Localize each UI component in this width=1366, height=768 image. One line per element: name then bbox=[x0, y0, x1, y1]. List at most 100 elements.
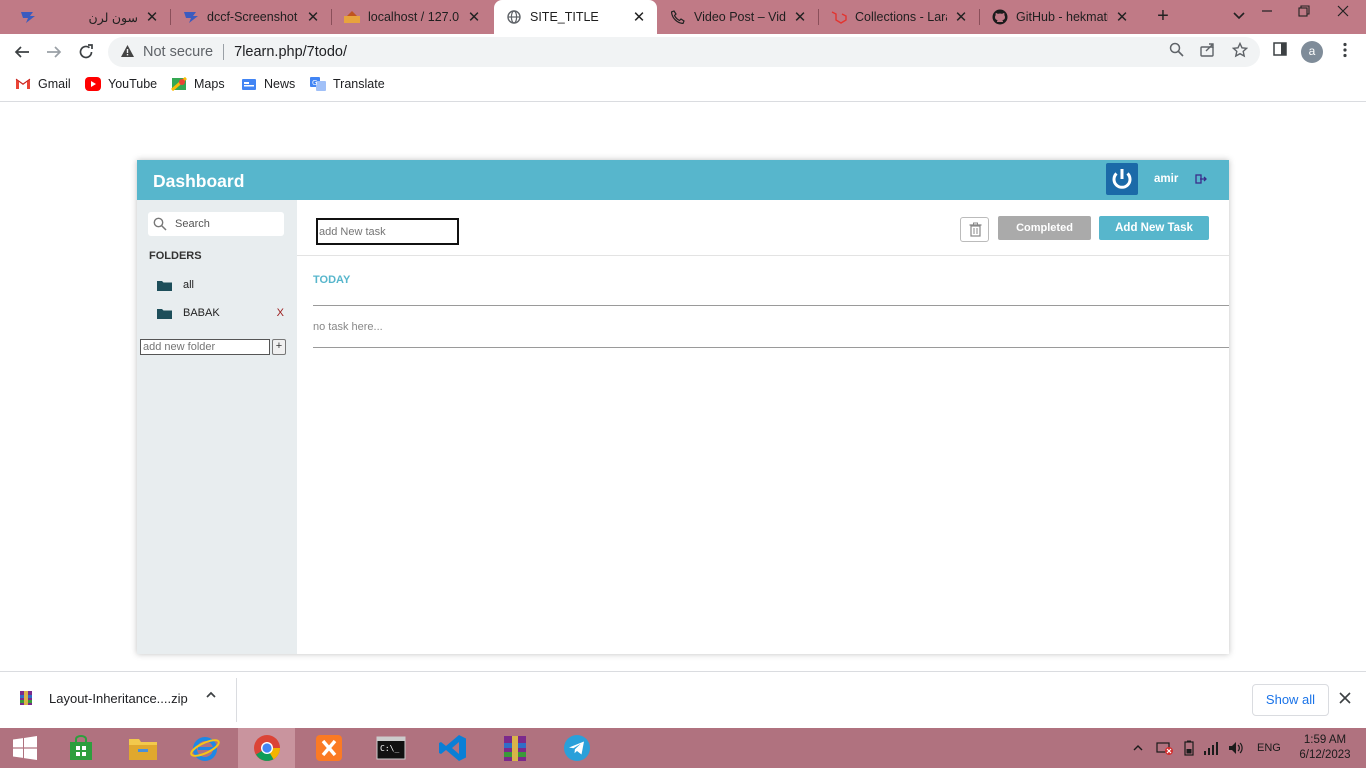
folder-item-all[interactable]: all bbox=[157, 277, 287, 293]
translate-icon: G bbox=[310, 77, 326, 91]
signal-strength-icon[interactable] bbox=[1203, 728, 1219, 768]
add-new-task-button[interactable]: Add New Task bbox=[1099, 216, 1209, 240]
tab-close-icon[interactable]: ✕ bbox=[1114, 8, 1130, 26]
page-title: Dashboard bbox=[153, 171, 245, 191]
bookmark-label: Gmail bbox=[38, 77, 71, 91]
chevron-up-icon[interactable] bbox=[205, 689, 217, 704]
gmail-icon bbox=[15, 77, 31, 91]
tab-close-icon[interactable]: ✕ bbox=[792, 8, 808, 26]
url-text[interactable]: 7learn.php/7todo/ bbox=[234, 44, 347, 60]
tab-close-icon[interactable]: ✕ bbox=[631, 8, 647, 26]
news-icon bbox=[241, 77, 257, 91]
browser-tab-strip: سون لرن ✕ dccf-Screenshot (1 ✕ localhost… bbox=[0, 0, 1366, 34]
completed-button[interactable]: Completed bbox=[998, 216, 1091, 240]
tab-close-icon[interactable]: ✕ bbox=[953, 8, 969, 26]
vscode-icon[interactable] bbox=[424, 728, 481, 768]
tab-laravel-collections[interactable]: Collections - Larav ✕ bbox=[819, 0, 980, 34]
minimize-icon[interactable] bbox=[1248, 0, 1286, 34]
svg-text:G: G bbox=[312, 79, 317, 87]
telegram-icon[interactable] bbox=[548, 728, 605, 768]
windows-start-icon[interactable] bbox=[0, 728, 50, 768]
tab-close-icon[interactable]: ✕ bbox=[144, 8, 160, 26]
close-icon[interactable] bbox=[1339, 689, 1351, 709]
tab-title: SITE_TITLE bbox=[530, 10, 599, 24]
tab-title: Video Post – Video bbox=[694, 10, 786, 24]
sidebar: Search FOLDERS all BABAK X + bbox=[137, 200, 297, 654]
empty-task-message: no task here... bbox=[313, 321, 383, 333]
logout-icon[interactable] bbox=[1195, 173, 1207, 185]
folder-item-babak[interactable]: BABAK X bbox=[157, 305, 284, 321]
youtube-icon bbox=[85, 77, 101, 91]
language-indicator[interactable]: ENG bbox=[1257, 728, 1281, 768]
network-error-icon[interactable] bbox=[1156, 728, 1174, 768]
tab-title: سون لرن bbox=[88, 10, 138, 25]
tab-site-title[interactable]: SITE_TITLE ✕ bbox=[494, 0, 657, 34]
tab-close-icon[interactable]: ✕ bbox=[305, 8, 321, 26]
close-window-icon[interactable] bbox=[1324, 0, 1362, 34]
username-label[interactable]: amir bbox=[1154, 173, 1178, 185]
new-task-input[interactable] bbox=[316, 218, 459, 245]
internet-explorer-icon[interactable] bbox=[176, 728, 233, 768]
store-app-icon[interactable] bbox=[52, 728, 109, 768]
delete-folder-button[interactable]: X bbox=[277, 307, 284, 319]
today-heading: TODAY bbox=[313, 274, 351, 286]
power-icon[interactable] bbox=[1106, 163, 1138, 195]
xampp-icon[interactable] bbox=[300, 728, 357, 768]
folder-name: BABAK bbox=[183, 307, 220, 319]
bookmark-maps[interactable]: Maps bbox=[171, 76, 225, 92]
tray-chevron-up-icon[interactable] bbox=[1133, 728, 1143, 768]
bookmark-translate[interactable]: G Translate bbox=[310, 77, 385, 91]
winrar-icon[interactable] bbox=[486, 728, 543, 768]
chrome-icon[interactable] bbox=[238, 728, 295, 768]
restore-icon[interactable] bbox=[1285, 0, 1323, 34]
search-icon bbox=[153, 217, 167, 231]
volume-icon[interactable] bbox=[1228, 728, 1244, 768]
bookmark-star-icon[interactable] bbox=[1231, 41, 1249, 60]
tab-title: dccf-Screenshot (1 bbox=[207, 10, 299, 24]
zoom-magnifier-icon[interactable] bbox=[1167, 42, 1185, 60]
warning-triangle-icon[interactable] bbox=[120, 44, 135, 61]
file-explorer-icon[interactable] bbox=[114, 728, 171, 768]
tab-screenshot[interactable]: dccf-Screenshot (1 ✕ bbox=[171, 0, 332, 34]
tab-sevenlearn[interactable]: سون لرن ✕ bbox=[8, 0, 171, 34]
todo-app-panel: Dashboard amir Search FOLDERS all BABAK … bbox=[137, 160, 1229, 654]
folder-name: all bbox=[183, 279, 195, 291]
side-panel-icon[interactable] bbox=[1271, 42, 1289, 60]
bookmarks-bar: Gmail YouTube Maps News G Translate bbox=[0, 70, 1366, 102]
app-header: Dashboard amir bbox=[137, 160, 1229, 200]
phpmyadmin-favicon-icon bbox=[344, 9, 360, 25]
security-status-label[interactable]: Not secure bbox=[143, 44, 213, 60]
show-all-button[interactable]: Show all bbox=[1252, 684, 1329, 716]
search-input[interactable]: Search bbox=[148, 212, 284, 236]
new-tab-button[interactable]: + bbox=[1152, 5, 1174, 27]
tab-close-icon[interactable]: ✕ bbox=[466, 8, 482, 26]
bookmark-label: YouTube bbox=[108, 77, 158, 91]
command-prompt-icon[interactable]: C:\_ bbox=[362, 728, 419, 768]
back-arrow-icon[interactable] bbox=[10, 40, 34, 64]
bookmark-gmail[interactable]: Gmail bbox=[15, 77, 71, 91]
battery-icon[interactable] bbox=[1184, 728, 1194, 768]
maps-pin-icon bbox=[171, 76, 187, 92]
profile-avatar[interactable]: a bbox=[1301, 41, 1323, 63]
forward-arrow-icon[interactable] bbox=[42, 40, 66, 64]
bookmark-news[interactable]: News bbox=[241, 77, 295, 91]
download-item[interactable]: Layout-Inheritance....zip bbox=[18, 690, 188, 706]
tab-phpmyadmin[interactable]: localhost / 127.0.0 ✕ bbox=[332, 0, 492, 34]
kebab-menu-icon[interactable] bbox=[1336, 42, 1354, 60]
github-icon bbox=[992, 9, 1008, 25]
tab-search-chevron-icon[interactable] bbox=[1232, 8, 1246, 25]
download-bar: Layout-Inheritance....zip Show all bbox=[0, 671, 1366, 728]
svg-text:C:\_: C:\_ bbox=[380, 744, 399, 753]
add-folder-button[interactable]: + bbox=[272, 339, 286, 355]
trash-icon bbox=[969, 222, 982, 237]
tab-video-post[interactable]: Video Post – Video ✕ bbox=[658, 0, 819, 34]
tab-github[interactable]: GitHub - hekmatin ✕ bbox=[980, 0, 1140, 34]
bookmark-label: News bbox=[264, 77, 296, 91]
new-folder-input[interactable] bbox=[140, 339, 270, 355]
share-icon[interactable] bbox=[1199, 42, 1217, 60]
delete-tasks-button[interactable] bbox=[960, 217, 989, 242]
address-bar[interactable]: Not secure 7learn.php/7todo/ bbox=[108, 37, 1260, 67]
bookmark-youtube[interactable]: YouTube bbox=[85, 77, 157, 91]
reload-icon[interactable] bbox=[74, 40, 98, 64]
system-clock[interactable]: 1:59 AM 6/12/2023 bbox=[1292, 733, 1358, 763]
